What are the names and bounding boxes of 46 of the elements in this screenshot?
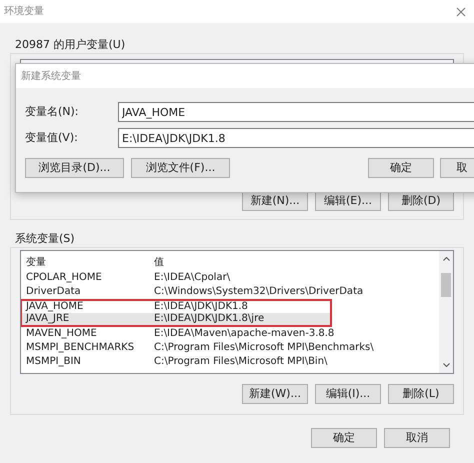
- table-row[interactable]: MSMPI_BENCHMARKS C:\Program Files\Microsoft MPI\Benchmarks\: [21, 341, 376, 355]
- table-cell-text: CPOLAR_HOME: [25, 272, 103, 284]
- table-cell-text: MSMPI_BENCHMARKS: [25, 342, 136, 354]
- table-cell-text: JAVA_JRE: [24, 313, 70, 325]
- dialog-button[interactable]: 浏览文件(F)...: [131, 158, 230, 178]
- dialog-button[interactable]: 编辑(I)...: [315, 384, 381, 404]
- column-header[interactable]: 变量: [22, 254, 150, 270]
- table-row[interactable]: DriverData C:\Windows\System32\Drivers\DriverData: [21, 285, 366, 299]
- table-cell-text: MSMPI_BIN: [25, 356, 82, 368]
- window-title: 环境变量: [4, 4, 44, 19]
- table-cell-text: E:\IDEA\JDK\JDK1.8: [153, 301, 248, 313]
- table-row[interactable]: CPOLAR_HOME E:\IDEA\Cpolar\: [21, 271, 332, 285]
- dialog-button[interactable]: 确定: [311, 428, 377, 448]
- table-row[interactable]: MAVEN_HOME E:\IDEA\Maven\apache-maven-3.8.8: [21, 327, 336, 341]
- chevron-up-icon[interactable]: [442, 257, 450, 261]
- scrollbar-thumb[interactable]: [441, 273, 451, 297]
- dialog-button[interactable]: 新建(N)...: [242, 191, 308, 211]
- table-cell-text: DriverData: [25, 286, 82, 298]
- close-icon[interactable]: [456, 6, 466, 16]
- table-row[interactable]: MSMPI_BIN C:\Program Files\Microsoft MPI\Bin\: [21, 355, 332, 369]
- dialog-button[interactable]: 浏览目录(D)...: [25, 158, 124, 178]
- table-cell-text: E:\IDEA\Maven\apache-maven-3.8.8: [153, 328, 334, 340]
- chevron-down-icon[interactable]: [442, 363, 450, 367]
- column-header[interactable]: 值: [150, 254, 164, 270]
- dialog-button[interactable]: 删除(L): [388, 384, 454, 404]
- field-label: 变量值(V):: [25, 130, 79, 146]
- table-cell-text: E:\IDEA\JDK\JDK1.8\jre: [153, 313, 264, 325]
- table-cell-text: E:\IDEA\Cpolar\: [153, 272, 230, 284]
- table-cell-text: JAVA_HOME: [24, 301, 84, 313]
- dialog-button[interactable]: 编辑(E)...: [315, 191, 381, 211]
- table-cell-text: MAVEN_HOME: [25, 328, 98, 340]
- table-cell-text: C:\Program Files\Microsoft MPI\Benchmarks\: [153, 342, 374, 354]
- input-field[interactable]: E:\IDEA\JDK\JDK1.8: [118, 128, 474, 148]
- dialog-button[interactable]: 新建(W)...: [242, 384, 308, 404]
- dialog-button[interactable]: 取消: [384, 428, 450, 448]
- table-row[interactable]: JAVA_JRE E:\IDEA\JDK\JDK1.8\jre: [21, 313, 332, 327]
- scrollbar[interactable]: [439, 251, 453, 373]
- table-cell-text: C:\Program Files\Microsoft MPI\Bin\: [153, 356, 328, 368]
- group-label: 系统变量(S): [15, 231, 76, 247]
- field-label: 变量名(N):: [25, 104, 80, 120]
- dialog-button[interactable]: 删除(D): [388, 191, 454, 211]
- table-cell-text: C:\Windows\System32\Drivers\DriverData: [153, 286, 364, 298]
- dialog-title: 新建系统变量: [21, 70, 81, 84]
- group-label: 20987 的用户变量(U): [15, 37, 126, 53]
- dialog-button[interactable]: 确定: [368, 158, 434, 178]
- dialog-button[interactable]: 取: [440, 158, 474, 178]
